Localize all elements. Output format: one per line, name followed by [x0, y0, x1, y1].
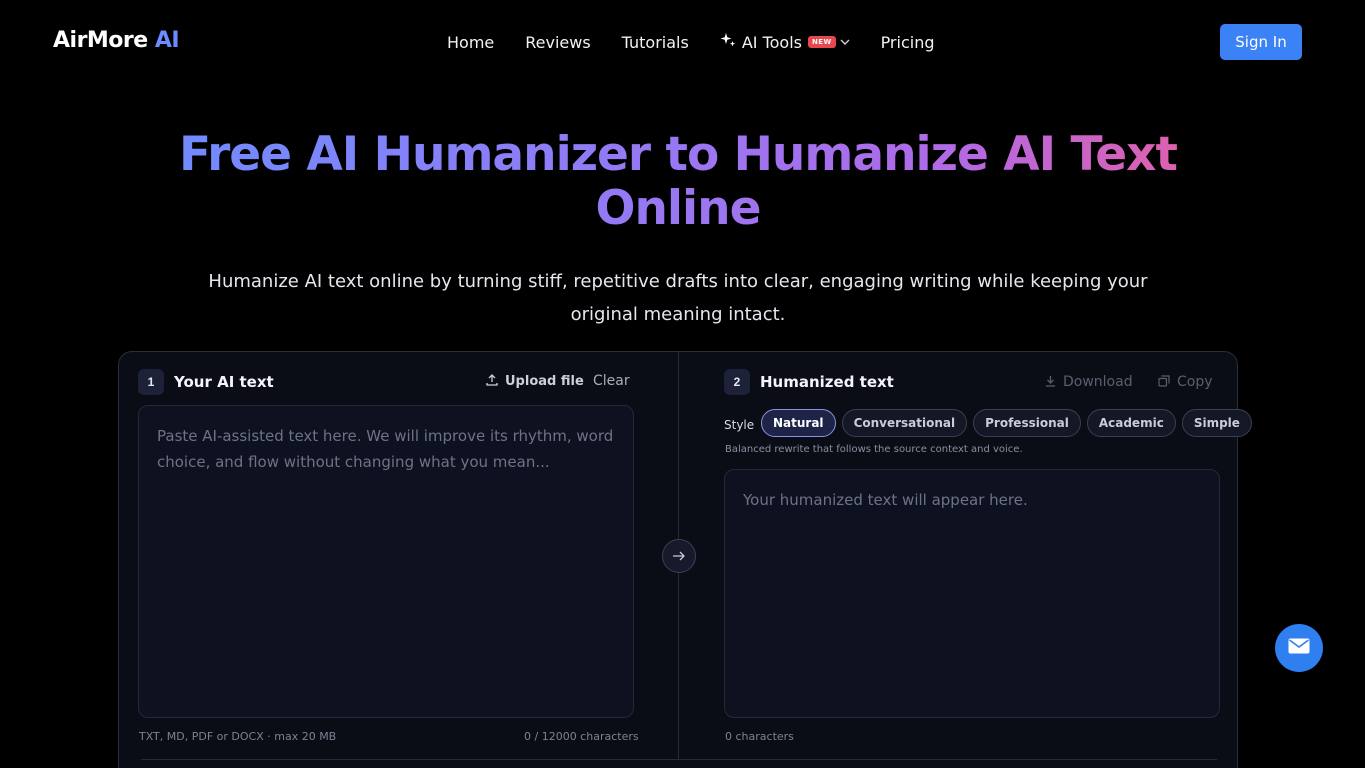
logo-text: AirMore: [53, 28, 148, 53]
arrow-right-icon: [672, 548, 686, 564]
nav-home-label: Home: [447, 32, 495, 52]
title-line-1: Free AI Humanizer to Humanize AI Text: [179, 127, 1177, 182]
main-nav: Home Reviews Tutorials AI Tools NEW Pric…: [447, 32, 966, 52]
humanized-text-output[interactable]: [724, 469, 1220, 718]
nav-home[interactable]: Home: [447, 33, 494, 52]
nav-pricing[interactable]: Pricing: [881, 33, 935, 52]
nav-tutorials[interactable]: Tutorials: [622, 33, 689, 52]
copy-button[interactable]: Copy: [1158, 374, 1213, 390]
upload-file-button[interactable]: Upload file: [486, 374, 584, 389]
humanizer-panel: 1 Your AI text Upload file Clear TXT, MD…: [118, 351, 1252, 768]
title-line-2: Online: [595, 181, 761, 236]
panel-bottom-divider: [141, 759, 1217, 760]
style-selector: Natural Conversational Professional Acad…: [761, 409, 1258, 437]
nav-tutorials-label: Tutorials: [621, 32, 689, 52]
nav-reviews-label: Reviews: [525, 32, 591, 52]
output-char-count: 0 characters: [725, 730, 794, 743]
nav-ai-tools[interactable]: AI Tools NEW: [720, 32, 850, 52]
nav-ai-tools-label: AI Tools: [741, 32, 802, 52]
upload-file-label: Upload file: [505, 374, 584, 389]
humanize-arrow-button[interactable]: [662, 539, 696, 573]
nav-reviews[interactable]: Reviews: [525, 33, 590, 52]
page-title: Free AI Humanizer to Humanize AI Text On…: [150, 128, 1206, 236]
clear-button[interactable]: Clear: [593, 373, 630, 389]
style-chip-simple[interactable]: Simple: [1181, 409, 1252, 437]
style-label: Style: [724, 418, 755, 432]
step-2-badge: 2: [724, 369, 750, 395]
new-badge: NEW: [808, 36, 836, 48]
download-label: Download: [1063, 374, 1133, 390]
subtitle-line-2: original meaning intact.: [570, 304, 786, 325]
input-pane-title: Your AI text: [174, 373, 274, 391]
download-icon: [1045, 375, 1056, 390]
ai-text-input[interactable]: [138, 405, 634, 718]
subtitle-line-1: Humanize AI text online by turning stiff…: [208, 271, 1148, 292]
logo[interactable]: AirMore AI: [53, 28, 180, 53]
site-header: AirMore AI Home Reviews Tutorials AI Too…: [0, 0, 1365, 84]
logo-ai-text: AI: [154, 28, 180, 53]
step-1-badge: 1: [138, 369, 164, 395]
sparkle-icon: [720, 32, 736, 52]
supported-formats: TXT, MD, PDF or DOCX · max 20 MB: [139, 730, 337, 743]
nav-pricing-label: Pricing: [880, 32, 935, 52]
mail-icon: [1288, 638, 1310, 659]
sign-in-button[interactable]: Sign In: [1220, 24, 1302, 60]
input-char-count: 0 / 12000 characters: [524, 730, 639, 743]
upload-icon: [486, 374, 498, 389]
style-chip-professional[interactable]: Professional: [973, 409, 1081, 437]
download-button[interactable]: Download: [1045, 374, 1133, 390]
style-chip-conversational[interactable]: Conversational: [841, 409, 968, 437]
style-chip-academic[interactable]: Academic: [1086, 409, 1176, 437]
output-pane-title: Humanized text: [760, 373, 894, 391]
chevron-down-icon: [840, 36, 850, 49]
copy-icon: [1158, 374, 1170, 390]
copy-label: Copy: [1177, 374, 1213, 390]
style-chip-natural[interactable]: Natural: [761, 409, 836, 437]
page-subtitle: Humanize AI text online by turning stiff…: [200, 265, 1156, 331]
contact-mail-button[interactable]: [1275, 624, 1323, 672]
style-description: Balanced rewrite that follows the source…: [725, 444, 1023, 455]
